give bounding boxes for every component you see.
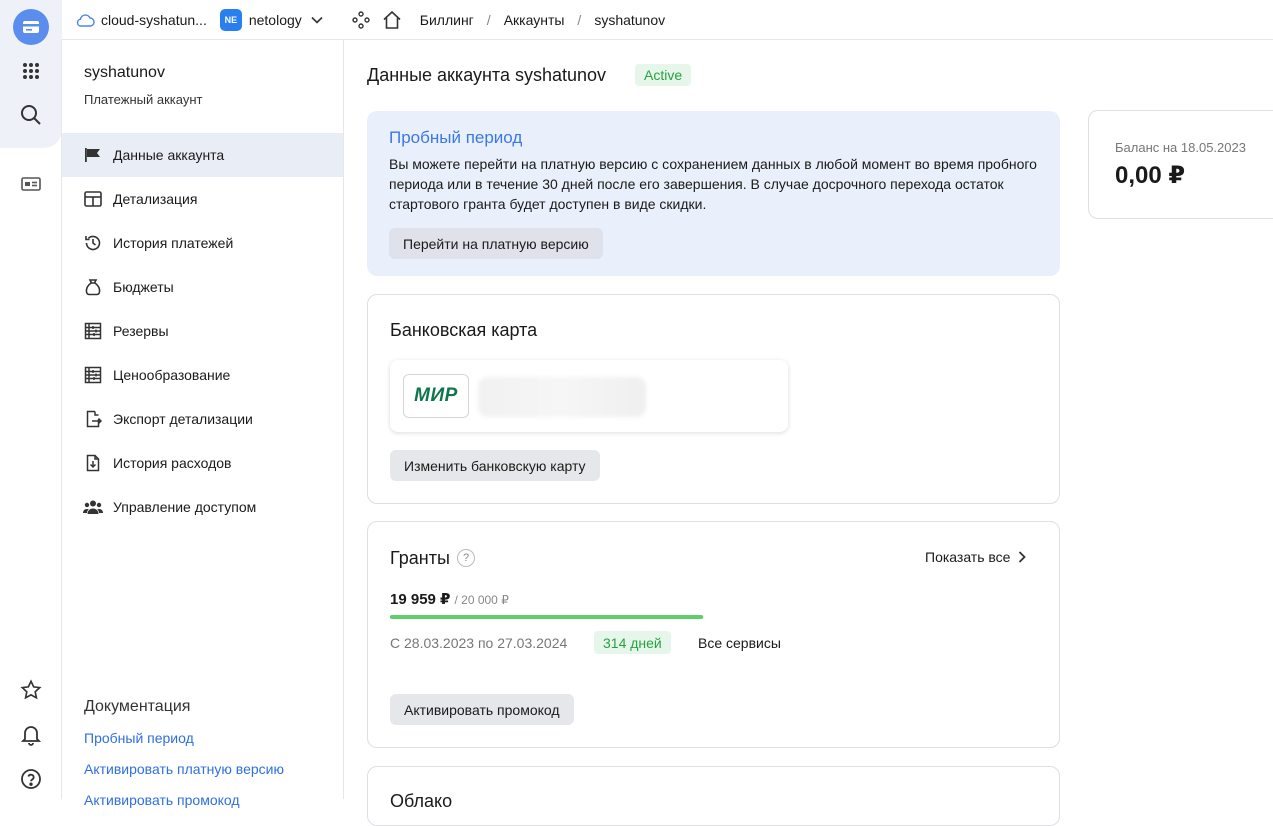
upgrade-button[interactable]: Перейти на платную версию xyxy=(389,228,603,259)
sidebar-item-spending-history[interactable]: История расходов xyxy=(62,441,343,485)
grant-amount: 19 959 ₽ xyxy=(390,591,451,608)
sidebar-item-label: Резервы xyxy=(113,323,169,339)
flag-icon xyxy=(83,145,103,165)
docs-link-activate-promo[interactable]: Активировать промокод xyxy=(84,792,240,808)
chevron-down-icon xyxy=(311,16,323,24)
page-title: Данные аккаунта syshatunov xyxy=(367,65,607,85)
org-selector[interactable]: NE netology xyxy=(219,8,323,31)
status-badge: Active xyxy=(635,64,692,86)
grants-title: Гранты xyxy=(390,548,450,568)
table-icon xyxy=(83,189,103,209)
sidebar-item-label: Ценообразование xyxy=(113,367,231,383)
org-badge: NE xyxy=(219,8,242,31)
users-icon xyxy=(83,497,103,517)
sidebar-item-export-details[interactable]: Экспорт детализации xyxy=(62,397,343,441)
abacus-icon xyxy=(83,321,103,341)
breadcrumb-accounts[interactable]: Аккаунты xyxy=(504,12,565,28)
grant-progress-fill xyxy=(390,615,704,619)
grant-total: / 20 000 ₽ xyxy=(454,593,509,607)
sidebar-item-access-management[interactable]: Управление доступом xyxy=(62,485,343,529)
id-card-icon[interactable] xyxy=(13,166,49,202)
cloud-panel: Облако xyxy=(367,766,1060,826)
grant-progress-bar xyxy=(390,615,704,619)
balance-panel: Баланс на 18.05.2023 0,00 ₽ xyxy=(1088,110,1273,219)
bank-card-title: Банковская карта xyxy=(390,320,538,340)
cloud-panel-title: Облако xyxy=(390,791,453,811)
grant-period: С 28.03.2023 по 27.03.2024 xyxy=(390,635,568,651)
activate-promo-button[interactable]: Активировать промокод xyxy=(390,694,574,725)
bank-card-panel: Банковская карта МИР Изменить банковскую… xyxy=(367,294,1060,504)
home-icon[interactable] xyxy=(382,10,402,30)
help-circle-icon[interactable]: ? xyxy=(457,549,475,567)
sidebar-item-details[interactable]: Детализация xyxy=(62,177,343,221)
trial-text: Вы можете перейти на платную версию с со… xyxy=(389,156,1037,212)
account-type: Платежный аккаунт xyxy=(84,92,203,107)
sidebar-item-budgets[interactable]: Бюджеты xyxy=(62,265,343,309)
bell-icon[interactable] xyxy=(13,717,49,753)
days-left-badge: 314 дней xyxy=(594,631,671,654)
sidebar-item-payment-history[interactable]: История платежей xyxy=(62,221,343,265)
balance-label: Баланс на 18.05.2023 xyxy=(1115,140,1246,155)
sidebar-item-label: Детализация xyxy=(113,191,198,207)
breadcrumb-separator: / xyxy=(577,11,582,28)
history-icon xyxy=(83,233,103,253)
sidebar: syshatunov Платежный аккаунт Данные акка… xyxy=(62,40,344,808)
breadcrumb-billing[interactable]: Биллинг xyxy=(420,12,474,28)
sidebar-menu: Данные аккаунта Детализация История плат… xyxy=(62,133,343,529)
show-all-label: Показать все xyxy=(925,549,1011,565)
change-card-button[interactable]: Изменить банковскую карту xyxy=(390,450,600,481)
trial-title: Пробный период xyxy=(389,128,523,147)
download-file-icon xyxy=(83,453,103,473)
bank-card-item: МИР xyxy=(390,360,788,432)
cloud-name: cloud-syshatun... xyxy=(101,11,207,28)
help-icon[interactable] xyxy=(13,761,49,797)
sidebar-item-pricing[interactable]: Ценообразование xyxy=(62,353,343,397)
services-graph-icon[interactable] xyxy=(352,10,370,29)
sidebar-item-reserves[interactable]: Резервы xyxy=(62,309,343,353)
grants-panel: Гранты ? Показать все 19 959 ₽ / 20 000 … xyxy=(367,521,1060,748)
money-bag-icon xyxy=(83,277,103,297)
search-icon[interactable] xyxy=(13,97,49,133)
account-name: syshatunov xyxy=(84,64,165,81)
org-name: netology xyxy=(248,11,302,28)
export-icon xyxy=(83,409,103,429)
abacus-icon xyxy=(83,365,103,385)
docs-title: Документация xyxy=(84,698,191,715)
grant-amount-row: 19 959 ₽ / 20 000 ₽ xyxy=(390,590,509,608)
sidebar-item-label: Данные аккаунта xyxy=(113,147,225,163)
sidebar-item-label: История платежей xyxy=(113,235,234,251)
breadcrumb-current: syshatunov xyxy=(594,11,666,28)
apps-grid-icon[interactable] xyxy=(13,53,49,89)
breadcrumb-separator: / xyxy=(486,11,491,28)
app-rail xyxy=(0,0,62,799)
billing-logo-icon[interactable] xyxy=(13,9,49,45)
star-icon[interactable] xyxy=(13,672,49,708)
mir-logo: МИР xyxy=(403,374,469,418)
show-all-link[interactable]: Показать все xyxy=(925,549,1027,565)
cloud-selector[interactable]: cloud-syshatun... xyxy=(75,12,207,28)
sidebar-item-label: Экспорт детализации xyxy=(113,411,253,427)
docs-link-trial[interactable]: Пробный период xyxy=(84,730,194,746)
chevron-right-icon xyxy=(1019,551,1027,563)
top-bar: cloud-syshatun... NE netology Биллинг / … xyxy=(62,0,1273,40)
grant-services: Все сервисы xyxy=(698,635,781,651)
cloud-icon xyxy=(76,13,95,27)
card-number-masked xyxy=(478,377,646,417)
sidebar-item-label: Управление доступом xyxy=(113,499,257,515)
balance-value: 0,00 ₽ xyxy=(1115,162,1186,189)
sidebar-item-account-data[interactable]: Данные аккаунта xyxy=(62,133,343,177)
trial-banner: Пробный период Вы можете перейти на плат… xyxy=(367,111,1060,276)
docs-link-activate-paid[interactable]: Активировать платную версию xyxy=(84,761,284,777)
sidebar-item-label: История расходов xyxy=(113,455,232,471)
main-content: Данные аккаунта syshatunov Active Пробны… xyxy=(344,40,1273,826)
sidebar-item-label: Бюджеты xyxy=(113,279,174,295)
